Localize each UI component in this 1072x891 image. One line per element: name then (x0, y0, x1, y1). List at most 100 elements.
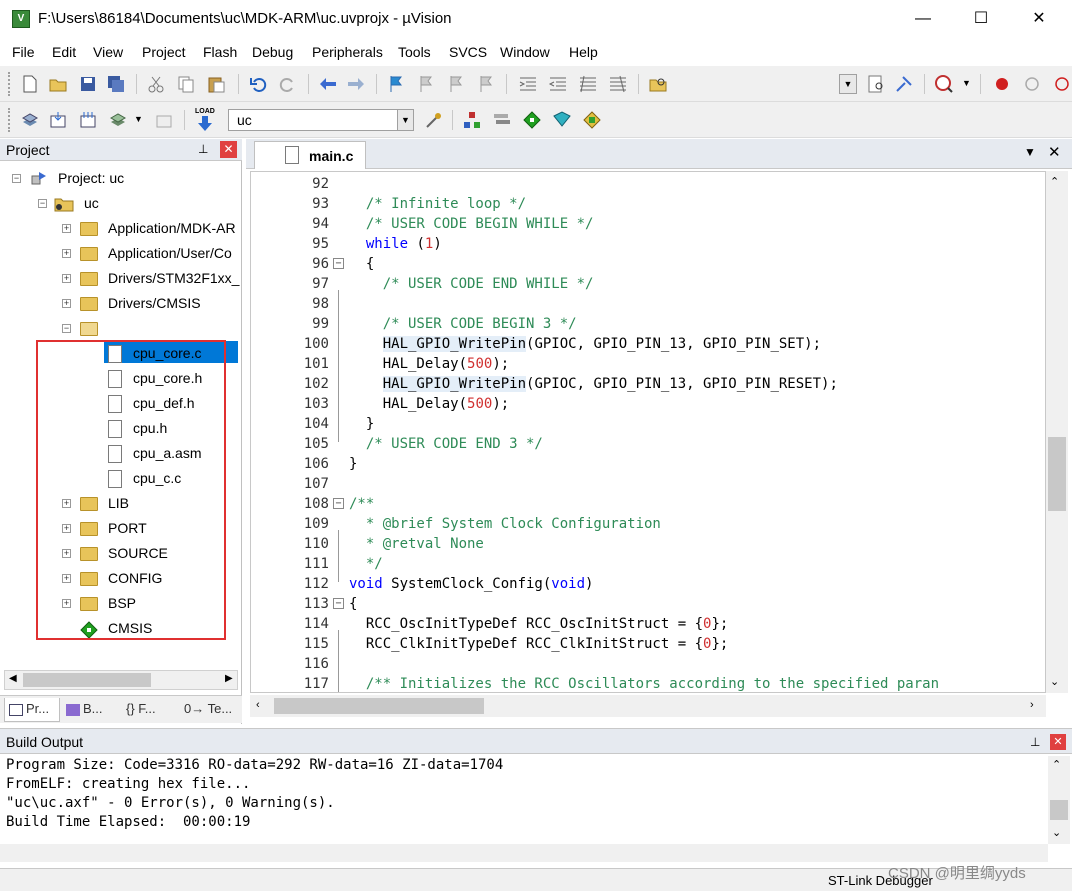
close-button[interactable]: ✕ (1016, 4, 1062, 34)
expand-icon[interactable]: + (62, 299, 71, 308)
bookmark-clear-icon[interactable] (476, 74, 496, 94)
toolbar-grip[interactable] (8, 72, 12, 96)
scroll-left-icon[interactable]: ‹ (256, 699, 260, 711)
code-line[interactable]: 108−/** (251, 494, 1045, 514)
bookmark-next-icon[interactable] (446, 74, 466, 94)
tree-target-uc[interactable]: − uc (0, 193, 240, 217)
collapse-icon[interactable]: − (38, 199, 47, 208)
scroll-down-icon[interactable]: ⌄ (1050, 675, 1059, 688)
menu-flash[interactable]: Flash (203, 44, 237, 60)
menu-file[interactable]: File (12, 44, 35, 60)
build-vscrollbar[interactable]: ⌃ ⌄ (1048, 756, 1070, 844)
collapse-icon[interactable]: − (62, 324, 71, 333)
save-icon[interactable] (78, 74, 98, 94)
scroll-thumb[interactable] (1048, 437, 1066, 511)
tree-group[interactable]: + Drivers/CMSIS (0, 293, 240, 317)
select-packs-icon[interactable] (492, 110, 512, 130)
browse-icon[interactable] (894, 74, 914, 94)
pin-icon[interactable]: ⊥ (1030, 735, 1040, 749)
menu-project[interactable]: Project (142, 44, 186, 60)
comment-icon[interactable] (578, 74, 598, 94)
rebuild-icon[interactable] (78, 110, 98, 130)
open-folder-icon[interactable] (48, 74, 68, 94)
menu-svcs[interactable]: SVCS (449, 44, 487, 60)
tab-functions[interactable]: {} F... (122, 698, 180, 722)
scroll-right-icon[interactable]: ▶ (225, 673, 233, 684)
code-line[interactable]: 95 while (1) (251, 234, 1045, 254)
code-line[interactable]: 97 /* USER CODE END WHILE */ (251, 274, 1045, 294)
scroll-up-icon[interactable]: ⌃ (1050, 175, 1059, 188)
editor-hscrollbar[interactable]: ‹ › (250, 695, 1046, 717)
find-combobox-dropdown[interactable]: ▼ (839, 74, 857, 94)
menu-view[interactable]: View (93, 44, 123, 60)
tree-root-project[interactable]: − Project: uc (0, 168, 240, 192)
navigate-back-icon[interactable] (318, 74, 338, 94)
project-hscrollbar[interactable]: ◀ ▶ (4, 670, 238, 690)
redo-icon[interactable] (278, 74, 298, 94)
expand-icon[interactable]: + (62, 224, 71, 233)
code-line[interactable]: 94 /* USER CODE BEGIN WHILE */ (251, 214, 1045, 234)
expand-icon[interactable]: + (62, 249, 71, 258)
scroll-up-icon[interactable]: ⌃ (1052, 758, 1061, 771)
code-line[interactable]: 100 HAL_GPIO_WritePin(GPIOC, GPIO_PIN_13… (251, 334, 1045, 354)
expand-icon[interactable]: + (62, 274, 71, 283)
minimize-button[interactable]: — (900, 4, 946, 34)
find-in-files-icon[interactable] (648, 74, 668, 94)
incremental-find-icon[interactable] (866, 74, 886, 94)
target-options-icon[interactable] (424, 110, 444, 130)
insert-breakpoint-icon[interactable] (992, 74, 1012, 94)
new-file-icon[interactable] (20, 74, 40, 94)
stop-build-icon[interactable] (154, 110, 174, 130)
tab-project[interactable]: Pr... (4, 698, 60, 722)
bookmark-toggle-icon[interactable] (386, 74, 406, 94)
scroll-left-icon[interactable]: ◀ (9, 673, 17, 684)
chevron-down-icon[interactable]: ▼ (1024, 145, 1036, 159)
tab-main-c[interactable]: main.c (254, 141, 366, 169)
code-line[interactable]: 98 (251, 294, 1045, 314)
code-line[interactable]: 111 */ (251, 554, 1045, 574)
close-icon[interactable]: ✕ (1048, 143, 1061, 161)
pin-icon[interactable]: ⊥ (198, 142, 208, 156)
toolbar-grip[interactable] (8, 108, 12, 132)
code-line[interactable]: 114 RCC_OscInitTypeDef RCC_OscInitStruct… (251, 614, 1045, 634)
debug-dropdown-arrow-icon[interactable]: ▼ (962, 78, 971, 88)
copy-icon[interactable] (176, 74, 196, 94)
menu-peripherals[interactable]: Peripherals (312, 44, 383, 60)
enable-breakpoint-icon[interactable] (1022, 74, 1042, 94)
code-line[interactable]: 109 * @brief System Clock Configuration (251, 514, 1045, 534)
unindent-icon[interactable] (548, 74, 568, 94)
tree-group[interactable]: + Application/User/Co (0, 243, 240, 267)
bookmark-prev-icon[interactable] (416, 74, 436, 94)
code-line[interactable]: 101 HAL_Delay(500); (251, 354, 1045, 374)
tree-group[interactable]: + Drivers/STM32F1xx_ (0, 268, 240, 292)
fold-collapse-icon[interactable]: − (333, 258, 344, 269)
scroll-down-icon[interactable]: ⌄ (1052, 826, 1061, 839)
scroll-thumb[interactable] (1050, 800, 1068, 820)
code-line[interactable]: 115 RCC_ClkInitTypeDef RCC_ClkInitStruct… (251, 634, 1045, 654)
manage-rte-icon[interactable] (522, 110, 542, 130)
debug-session-icon[interactable] (934, 74, 954, 94)
menu-window[interactable]: Window (500, 44, 550, 60)
collapse-icon[interactable]: − (12, 174, 21, 183)
editor-vscrollbar[interactable]: ⌃ ⌄ (1046, 171, 1068, 693)
indent-icon[interactable] (518, 74, 538, 94)
code-line[interactable]: 99 /* USER CODE BEGIN 3 */ (251, 314, 1045, 334)
fold-collapse-icon[interactable]: − (333, 598, 344, 609)
scroll-right-icon[interactable]: › (1030, 699, 1034, 711)
component-icon[interactable] (582, 110, 602, 130)
download-load-icon[interactable]: LOAD (194, 108, 216, 132)
manage-project-items-icon[interactable] (462, 110, 482, 130)
kill-breakpoints-icon[interactable] (1050, 74, 1070, 94)
paste-icon[interactable] (206, 74, 226, 94)
batch-build-dropdown-icon[interactable]: ▼ (134, 114, 143, 124)
maximize-button[interactable]: ☐ (958, 4, 1004, 34)
code-line[interactable]: 92 (251, 174, 1045, 194)
code-line[interactable]: 106} (251, 454, 1045, 474)
menu-tools[interactable]: Tools (398, 44, 431, 60)
cut-icon[interactable] (146, 74, 166, 94)
code-line[interactable]: 102 HAL_GPIO_WritePin(GPIOC, GPIO_PIN_13… (251, 374, 1045, 394)
batch-build-icon[interactable] (108, 110, 128, 130)
scroll-thumb[interactable] (274, 698, 484, 714)
translate-icon[interactable] (20, 110, 40, 130)
uncomment-icon[interactable] (608, 74, 628, 94)
